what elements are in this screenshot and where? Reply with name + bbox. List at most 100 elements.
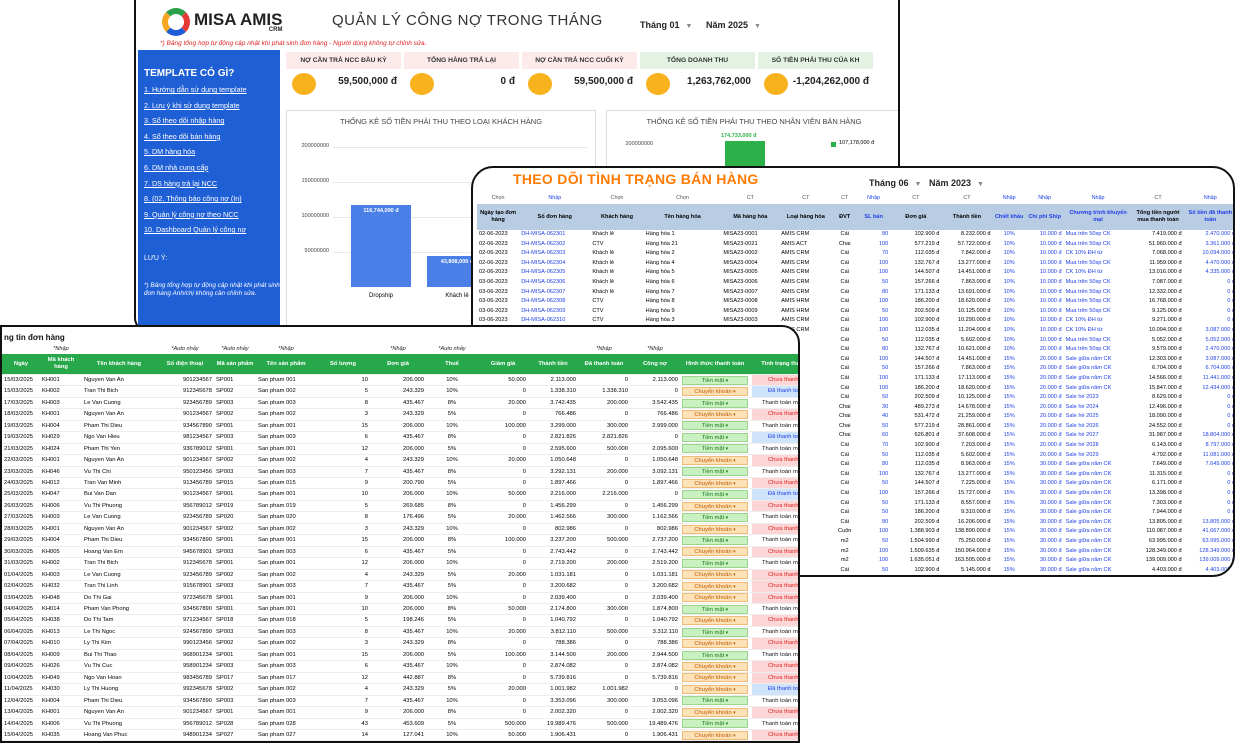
table-cell[interactable]: Tiền mặt ▾ — [680, 649, 750, 662]
payment-method-dropdown[interactable]: Chuyển khoản ▾ — [682, 387, 748, 397]
payment-method-dropdown[interactable]: Tiền mặt ▾ — [682, 375, 748, 385]
table-cell[interactable]: Tiền mặt ▾ — [680, 443, 750, 456]
template-link[interactable]: 7. DS hàng trả lại NCC — [144, 179, 280, 195]
payment-method-dropdown[interactable]: Chuyển khoản ▾ — [682, 593, 748, 603]
table-cell[interactable]: Tiền mặt ▾ — [680, 603, 750, 616]
payment-method-dropdown[interactable]: Tiền mặt ▾ — [682, 421, 748, 431]
table-cell[interactable]: Khách lẻ — [590, 259, 643, 269]
payment-method-dropdown[interactable]: Tiền mặt ▾ — [682, 444, 748, 454]
table-cell[interactable]: DH-MISA-062306 — [519, 278, 590, 288]
table-cell[interactable]: Chưa thanh toán — [750, 706, 798, 719]
table-cell[interactable]: CTV — [590, 297, 643, 307]
table-cell[interactable]: DH-MISA-062303 — [519, 249, 590, 259]
payment-method-dropdown[interactable]: Chuyển khoản ▾ — [682, 570, 748, 580]
table-cell[interactable]: Tiền mặt ▾ — [680, 397, 750, 410]
table-cell[interactable]: Chưa thanh toán — [750, 546, 798, 559]
table-cell[interactable]: Thanh toán một phần — [750, 420, 798, 433]
table-cell[interactable]: Thanh toán một phần — [750, 534, 798, 547]
sales-month-select[interactable]: Tháng 06 ▼ — [869, 173, 921, 191]
table-cell[interactable]: Khách lẻ — [590, 278, 643, 288]
table-cell[interactable]: Tiền mặt ▾ — [680, 718, 750, 731]
table-cell[interactable]: Tiền mặt ▾ — [680, 420, 750, 433]
table-cell[interactable]: Thanh toán một phần — [750, 649, 798, 662]
payment-method-dropdown[interactable]: Tiền mặt ▾ — [682, 696, 748, 706]
table-cell[interactable]: Tiền mặt ▾ — [680, 695, 750, 708]
table-cell[interactable]: Thanh toán một phần — [750, 443, 798, 456]
payment-method-dropdown[interactable]: Tiền mặt ▾ — [682, 467, 748, 477]
table-cell[interactable]: DH-MISA-062305 — [519, 268, 590, 278]
table-cell[interactable]: Khách lẻ — [590, 249, 643, 259]
table-cell[interactable]: Chuyển khoản ▾ — [680, 706, 750, 719]
table-cell[interactable]: Thanh toán một phần — [750, 557, 798, 570]
template-link[interactable]: 3. Sổ theo dõi nhập hàng — [144, 116, 280, 132]
table-cell[interactable]: Thanh toán một phần — [750, 603, 798, 616]
table-cell[interactable]: Chuyển khoản ▾ — [680, 477, 750, 490]
payment-method-dropdown[interactable]: Chuyển khoản ▾ — [682, 547, 748, 557]
table-cell[interactable]: DH-MISA-062308 — [519, 297, 590, 307]
table-cell[interactable]: Chưa thanh toán — [750, 408, 798, 421]
table-cell[interactable]: Chuyển khoản ▾ — [680, 683, 750, 696]
table-cell[interactable]: Chuyển khoản ▾ — [680, 729, 750, 741]
table-cell[interactable]: Khách lẻ — [590, 268, 643, 278]
table-cell[interactable]: Chưa thanh toán — [750, 569, 798, 582]
payment-method-dropdown[interactable]: Chuyển khoản ▾ — [682, 410, 748, 420]
table-cell[interactable]: Chưa thanh toán — [750, 374, 798, 387]
table-cell[interactable]: Chưa thanh toán — [750, 672, 798, 685]
table-cell[interactable]: Chưa thanh toán — [750, 500, 798, 513]
template-link[interactable]: 5. DM hàng hóa — [144, 147, 280, 163]
table-cell[interactable]: Đã thanh toán — [750, 488, 798, 501]
payment-method-dropdown[interactable]: Tiền mặt ▾ — [682, 490, 748, 500]
year-select[interactable]: Năm 2025 ▼ — [706, 15, 761, 33]
template-link[interactable]: 1. Hướng dẫn sử dụng template — [144, 85, 280, 101]
table-cell[interactable]: CTV — [590, 307, 643, 317]
table-cell[interactable]: Thanh toán một phần — [750, 511, 798, 524]
table-cell[interactable]: Thanh toán một phần — [750, 397, 798, 410]
payment-method-dropdown[interactable]: Tiền mặt ▾ — [682, 719, 748, 729]
table-cell[interactable]: Tiền mặt ▾ — [680, 431, 750, 444]
table-cell[interactable]: Tiền mặt ▾ — [680, 626, 750, 639]
table-cell[interactable]: Thanh toán một phần — [750, 695, 798, 708]
table-cell[interactable]: Chuyển khoản ▾ — [680, 614, 750, 627]
table-cell[interactable]: Tiền mặt ▾ — [680, 466, 750, 479]
table-cell[interactable]: Chưa thanh toán — [750, 729, 798, 741]
table-cell[interactable]: Chuyển khoản ▾ — [680, 523, 750, 536]
payment-method-dropdown[interactable]: Tiền mặt ▾ — [682, 432, 748, 442]
table-cell[interactable]: Chuyển khoản ▾ — [680, 580, 750, 593]
template-link[interactable]: 10. Dashboard Quản lý công nợ — [144, 225, 280, 241]
payment-method-dropdown[interactable]: Tiền mặt ▾ — [682, 604, 748, 614]
table-cell[interactable]: Chuyển khoản ▾ — [680, 408, 750, 421]
table-cell[interactable]: Chưa thanh toán — [750, 660, 798, 673]
table-cell[interactable]: Chuyển khoản ▾ — [680, 500, 750, 513]
table-cell[interactable]: Chưa thanh toán — [750, 580, 798, 593]
table-cell[interactable]: Chưa thanh toán — [750, 477, 798, 490]
payment-method-dropdown[interactable]: Chuyển khoản ▾ — [682, 662, 748, 671]
table-cell[interactable]: Chuyển khoản ▾ — [680, 385, 750, 398]
payment-method-dropdown[interactable]: Chuyển khoản ▾ — [682, 673, 748, 683]
table-cell[interactable]: Chưa thanh toán — [750, 523, 798, 536]
payment-method-dropdown[interactable]: Chuyển khoản ▾ — [682, 524, 748, 534]
template-link[interactable]: 2. Lưu ý khi sử dụng template — [144, 101, 280, 117]
payment-method-dropdown[interactable]: Tiền mặt ▾ — [682, 650, 748, 660]
table-cell[interactable]: DH-MISA-062304 — [519, 259, 590, 269]
table-cell[interactable]: Chuyển khoản ▾ — [680, 592, 750, 605]
table-cell[interactable]: Tiền mặt ▾ — [680, 534, 750, 547]
table-cell[interactable]: Chuyển khoản ▾ — [680, 660, 750, 673]
template-link[interactable]: 6. DM nhà cung cấp — [144, 163, 280, 179]
payment-method-dropdown[interactable]: Chuyển khoản ▾ — [682, 501, 748, 511]
payment-method-dropdown[interactable]: Tiền mặt ▾ — [682, 398, 748, 408]
table-cell[interactable]: Thanh toán một phần — [750, 718, 798, 731]
payment-method-dropdown[interactable]: Chuyển khoản ▾ — [682, 478, 748, 488]
table-cell[interactable]: Tiền mặt ▾ — [680, 488, 750, 501]
payment-method-dropdown[interactable]: Tiền mặt ▾ — [682, 513, 748, 523]
table-cell[interactable]: Chuyển khoản ▾ — [680, 672, 750, 685]
payment-method-dropdown[interactable]: Tiền mặt ▾ — [682, 558, 748, 568]
table-cell[interactable]: DH-MISA-062301 — [519, 230, 590, 240]
table-cell[interactable]: DH-MISA-062307 — [519, 288, 590, 298]
table-cell[interactable]: DH-MISA-062309 — [519, 307, 590, 317]
table-cell[interactable]: Chuyển khoản ▾ — [680, 569, 750, 582]
table-cell[interactable]: Thanh toán một phần — [750, 626, 798, 639]
table-cell[interactable]: Chuyển khoản ▾ — [680, 454, 750, 467]
payment-method-dropdown[interactable]: Chuyển khoản ▾ — [682, 639, 748, 649]
payment-method-dropdown[interactable]: Tiền mặt ▾ — [682, 627, 748, 637]
table-cell[interactable]: Đã thanh toán — [750, 431, 798, 444]
